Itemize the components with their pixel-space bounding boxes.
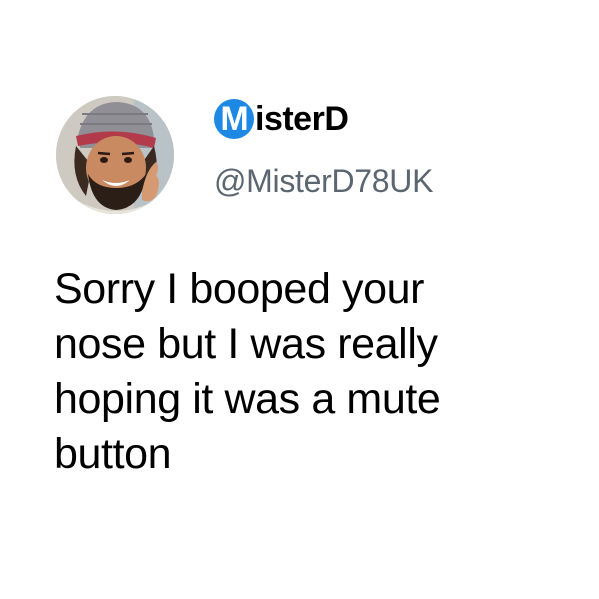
user-handle[interactable]: @MisterD78UK xyxy=(214,161,433,201)
tweet-text-line: Sorry I booped your xyxy=(54,265,425,313)
tweet-card: M isterD @MisterD78UK Sorry I booped you… xyxy=(0,0,599,599)
tweet-text: Sorry I booped your nose but I was reall… xyxy=(54,262,574,482)
tweet-text-line: hoping it was a mute xyxy=(54,375,441,423)
tweet-text-line: button xyxy=(54,430,172,478)
display-name-text: isterD xyxy=(255,100,349,138)
tweet-text-line: nose but I was really xyxy=(54,320,438,368)
display-name[interactable]: M isterD xyxy=(214,98,349,140)
name-initial-badge: M xyxy=(214,99,254,139)
avatar-image xyxy=(56,96,174,214)
avatar[interactable] xyxy=(56,96,174,214)
